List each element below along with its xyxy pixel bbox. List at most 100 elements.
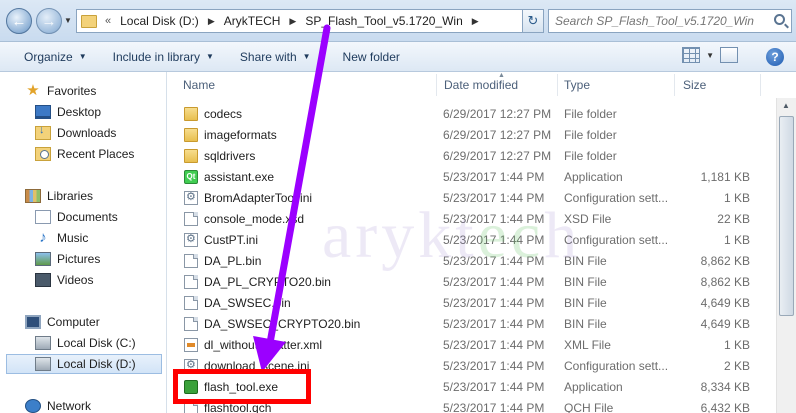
column-header-size[interactable]: Size <box>683 78 706 92</box>
nav-item-local-disk-c[interactable]: Local Disk (C:) <box>35 333 136 353</box>
view-options-dropdown-icon[interactable]: ▼ <box>706 51 714 60</box>
nav-item-videos[interactable]: Videos <box>35 270 93 290</box>
file-row[interactable]: DA_SWSEC_CRYPTO20.bin 5/23/2017 1:44 PM BI… <box>168 313 758 334</box>
file-row[interactable]: download_scene.ini 5/23/2017 1:44 PM Confi… <box>168 355 758 376</box>
folder-icon <box>184 127 198 142</box>
search-input[interactable] <box>555 14 765 28</box>
preview-pane-icon[interactable] <box>720 47 738 63</box>
file-row[interactable]: flashtool.qch 5/23/2017 1:44 PM QCH File 6,… <box>168 397 758 413</box>
file-row[interactable]: flash_tool.exe 5/23/2017 1:44 PM Applicati… <box>168 376 758 397</box>
file-name-cell[interactable]: DA_PL_CRYPTO20.bin <box>184 274 331 289</box>
breadcrumb-separator-icon[interactable]: ▶ <box>208 16 215 27</box>
file-name: sqldrivers <box>204 148 256 163</box>
breadcrumb-separator-icon[interactable]: ▶ <box>472 16 479 27</box>
breadcrumb-separator-icon[interactable]: ▶ <box>289 16 296 27</box>
help-button[interactable]: ? <box>766 48 784 66</box>
file-row[interactable]: Qt assistant.exe 5/23/2017 1:44 PM Applicat… <box>168 166 758 187</box>
file-name: DA_PL_CRYPTO20.bin <box>204 274 331 289</box>
vertical-scrollbar[interactable]: ▲ <box>776 98 796 413</box>
file-row[interactable]: DA_PL_CRYPTO20.bin 5/23/2017 1:44 PM BIN F… <box>168 271 758 292</box>
column-divider[interactable] <box>436 74 437 96</box>
nav-item-downloads[interactable]: Downloads <box>35 123 116 143</box>
file-name-cell[interactable]: flash_tool.exe <box>184 379 278 394</box>
column-header-date-modified[interactable]: Date modified <box>444 78 518 92</box>
nav-item-computer[interactable]: Computer <box>25 312 100 332</box>
breadcrumb-aryktech[interactable]: ArykTECH <box>224 14 281 28</box>
forward-button[interactable]: → <box>36 8 62 34</box>
scrollbar-thumb[interactable] <box>779 116 794 316</box>
file-row[interactable]: console_mode.xsd 5/23/2017 1:44 PM XSD Fil… <box>168 208 758 229</box>
file-row[interactable]: DA_PL.bin 5/23/2017 1:44 PM BIN File 8,862 … <box>168 250 758 271</box>
file-name-cell[interactable]: DA_SWSEC.bin <box>184 295 291 310</box>
breadcrumb-local-disk-d[interactable]: Local Disk (D:) <box>120 14 199 28</box>
file-name-cell[interactable]: DA_SWSEC_CRYPTO20.bin <box>184 316 360 331</box>
recent-pages-dropdown-icon[interactable]: ▼ <box>64 16 72 25</box>
file-date-modified: 6/29/2017 12:27 PM <box>443 127 552 142</box>
folder-icon <box>81 14 97 28</box>
file-type: Application <box>564 379 623 394</box>
file-date-modified: 5/23/2017 1:44 PM <box>443 169 545 184</box>
nav-item-music[interactable]: ♪ Music <box>35 228 88 248</box>
settings-file-icon <box>184 358 198 373</box>
file-name: CustPT.ini <box>204 232 259 247</box>
nav-item-desktop[interactable]: Desktop <box>35 102 101 122</box>
breadcrumb-sp-flash-tool[interactable]: SP_Flash_Tool_v5.1720_Win <box>305 14 462 28</box>
nav-item-favorites[interactable]: ★ Favorites <box>25 81 96 101</box>
recent-places-icon <box>35 147 51 161</box>
file-name-cell[interactable]: CustPT.ini <box>184 232 259 247</box>
column-divider[interactable] <box>674 74 675 96</box>
file-name-cell[interactable]: download_scene.ini <box>184 358 309 373</box>
file-row[interactable]: dl_without_scatter.xml 5/23/2017 1:44 PM X… <box>168 334 758 355</box>
column-divider[interactable] <box>557 74 558 96</box>
file-name: DA_SWSEC.bin <box>204 295 291 310</box>
file-name-cell[interactable]: BromAdapterTool.ini <box>184 190 312 205</box>
file-name-cell[interactable]: flashtool.qch <box>184 400 272 413</box>
share-with-button[interactable]: Share with ▼ <box>230 42 321 71</box>
column-header-name[interactable]: Name <box>183 78 215 92</box>
nav-item-network[interactable]: Network <box>25 396 91 413</box>
file-name-cell[interactable]: sqldrivers <box>184 148 256 163</box>
change-view-icon[interactable] <box>682 47 701 63</box>
xml-file-icon <box>184 337 198 352</box>
address-field[interactable]: « Local Disk (D:) ▶ ArykTECH ▶ SP_Flash_… <box>76 9 540 33</box>
network-icon <box>25 399 41 413</box>
back-button[interactable]: ← <box>6 8 32 34</box>
nav-item-documents[interactable]: Documents <box>35 207 118 227</box>
column-divider[interactable] <box>760 74 761 96</box>
file-date-modified: 5/23/2017 1:44 PM <box>443 232 545 247</box>
file-name-cell[interactable]: dl_without_scatter.xml <box>184 337 322 352</box>
file-type: BIN File <box>564 316 607 331</box>
nav-item-pictures[interactable]: Pictures <box>35 249 100 269</box>
file-name-cell[interactable]: imageformats <box>184 127 277 142</box>
file-row[interactable]: DA_SWSEC.bin 5/23/2017 1:44 PM BIN File 4,6… <box>168 292 758 313</box>
file-row[interactable]: imageformats 6/29/2017 12:27 PM File folde… <box>168 124 758 145</box>
new-folder-button[interactable]: New folder <box>333 42 410 71</box>
navigation-pane: ★ Favorites Desktop Downloads Recent Pla… <box>0 72 167 413</box>
nav-label: Favorites <box>47 84 97 98</box>
search-icon[interactable] <box>774 14 785 25</box>
file-name: flashtool.qch <box>204 400 272 413</box>
file-size: 4,649 KB <box>700 295 750 310</box>
file-name-cell[interactable]: console_mode.xsd <box>184 211 304 226</box>
column-header-type[interactable]: Type <box>564 78 590 92</box>
file-name: DA_PL.bin <box>204 253 262 268</box>
organize-button[interactable]: Organize ▼ <box>14 42 97 71</box>
file-name-cell[interactable]: Qt assistant.exe <box>184 169 274 184</box>
file-date-modified: 5/23/2017 1:44 PM <box>443 337 545 352</box>
file-row[interactable]: codecs 6/29/2017 12:27 PM File folder <box>168 103 758 124</box>
nav-item-recent-places[interactable]: Recent Places <box>35 144 134 164</box>
file-row[interactable]: CustPT.ini 5/23/2017 1:44 PM Configuration… <box>168 229 758 250</box>
refresh-button[interactable]: ↻ <box>522 9 544 33</box>
search-box[interactable] <box>548 9 792 33</box>
scroll-up-arrow-icon[interactable]: ▲ <box>782 101 790 110</box>
include-in-library-button[interactable]: Include in library ▼ <box>103 42 224 71</box>
file-name-cell[interactable]: DA_PL.bin <box>184 253 262 268</box>
file-type: BIN File <box>564 253 607 268</box>
nav-item-libraries[interactable]: Libraries <box>25 186 93 206</box>
file-row[interactable]: BromAdapterTool.ini 5/23/2017 1:44 PM Conf… <box>168 187 758 208</box>
file-name-cell[interactable]: codecs <box>184 106 242 121</box>
nav-item-local-disk-d[interactable]: Local Disk (D:) <box>6 354 162 374</box>
breadcrumb-overflow-chevron[interactable]: « <box>105 15 111 27</box>
file-row[interactable]: sqldrivers 6/29/2017 12:27 PM File folder <box>168 145 758 166</box>
file-icon <box>184 316 198 331</box>
